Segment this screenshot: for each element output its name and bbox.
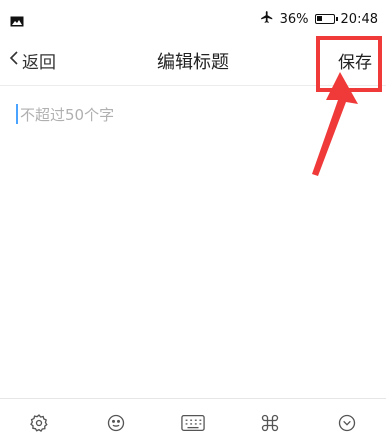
keyboard-icon[interactable] (177, 407, 209, 439)
battery-percent: 36% (279, 11, 309, 27)
clock: 20:48 (340, 11, 378, 27)
bottom-toolbar (0, 398, 386, 446)
collapse-icon[interactable] (331, 407, 363, 439)
emoji-icon[interactable] (100, 407, 132, 439)
battery-fill (316, 16, 322, 21)
status-right: 36% 20:48 (260, 10, 378, 28)
battery-icon (314, 14, 338, 24)
command-icon[interactable] (254, 407, 286, 439)
settings-icon[interactable] (23, 407, 55, 439)
image-icon (10, 12, 24, 31)
title-input[interactable]: 不超过50个字 (12, 100, 372, 128)
airplane-icon (260, 10, 274, 28)
text-caret (16, 104, 18, 124)
status-bar: 36% 20:48 (0, 0, 386, 36)
title-placeholder: 不超过50个字 (20, 106, 115, 124)
